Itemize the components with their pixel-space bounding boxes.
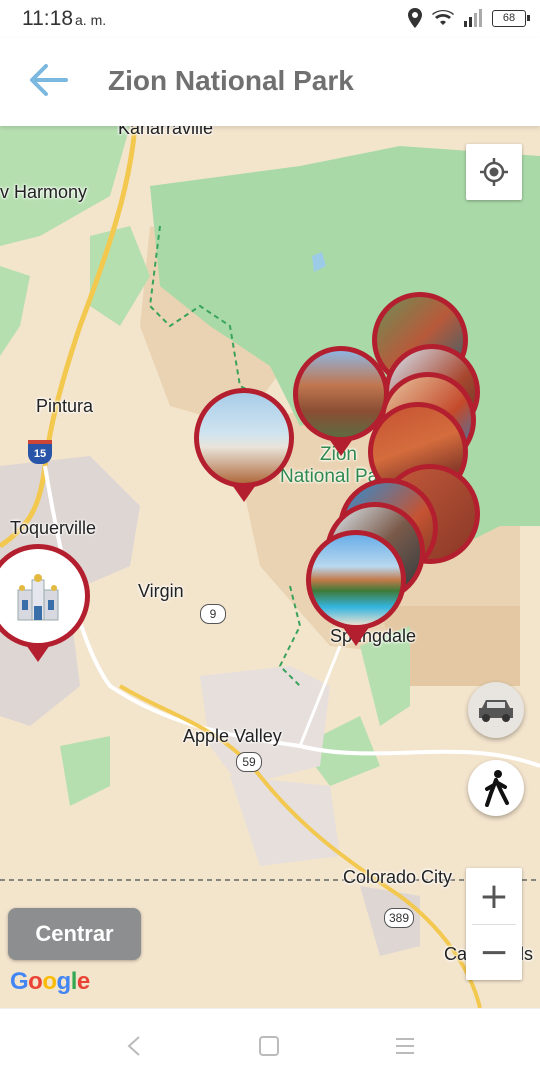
map-label-apple-valley: Apple Valley bbox=[183, 726, 282, 746]
google-logo: Google bbox=[10, 968, 90, 996]
battery-level: 68 bbox=[502, 11, 516, 24]
back-button[interactable] bbox=[28, 60, 78, 104]
map-pin-temple[interactable] bbox=[0, 544, 90, 664]
google-letter: g bbox=[56, 968, 72, 995]
drive-mode-button[interactable] bbox=[468, 682, 524, 738]
map-label-pintura: Pintura bbox=[36, 396, 94, 416]
status-bar: 11:18 a. m. 68 bbox=[0, 0, 540, 38]
pin-photo bbox=[306, 530, 406, 630]
map-label-toquerville: Toquerville bbox=[10, 518, 97, 538]
map-pin-teepee[interactable] bbox=[194, 388, 294, 506]
route-shield-59: 59 bbox=[236, 752, 262, 772]
walking-person-icon bbox=[485, 770, 509, 807]
map-pin-pool-resort[interactable] bbox=[306, 530, 406, 652]
map-label-virgin: Virgin bbox=[138, 581, 184, 601]
app-bar: Zion National Park bbox=[0, 38, 540, 126]
google-letter: o bbox=[28, 968, 43, 995]
nav-home-button[interactable] bbox=[258, 1035, 280, 1062]
route-shield-389: 389 bbox=[384, 908, 414, 928]
pin-photo bbox=[194, 388, 294, 488]
zoom-out-button[interactable]: − bbox=[466, 925, 522, 980]
nav-home-icon bbox=[259, 1036, 279, 1056]
system-nav-bar bbox=[0, 1008, 540, 1080]
walk-mode-button[interactable] bbox=[468, 760, 524, 816]
map-label-new-harmony: v Harmony bbox=[0, 182, 88, 202]
wifi-icon bbox=[432, 9, 454, 25]
car-icon bbox=[479, 700, 513, 722]
status-time: 11:18 a. m. bbox=[22, 7, 106, 31]
map-label-kanarraville: Kanarraville bbox=[118, 126, 214, 138]
pin-photo bbox=[0, 544, 90, 648]
temple-icon bbox=[17, 574, 59, 621]
route-shield-9: 9 bbox=[200, 604, 226, 624]
nav-menu-icon bbox=[396, 1038, 414, 1054]
my-location-icon bbox=[480, 158, 508, 186]
zoom-controls: + − bbox=[466, 868, 522, 980]
signal-icon bbox=[464, 9, 482, 27]
time-text: 11:18 bbox=[22, 7, 73, 30]
status-icons: 68 bbox=[408, 8, 530, 28]
map-view[interactable]: Kanarraville v Harmony Pintura Toquervil… bbox=[0, 126, 540, 1008]
nav-menu-button[interactable] bbox=[394, 1035, 416, 1062]
meridiem-text: a. m. bbox=[75, 12, 107, 28]
page-title: Zion National Park bbox=[108, 65, 354, 96]
nav-back-icon bbox=[127, 1036, 140, 1056]
location-status-icon bbox=[408, 8, 422, 28]
google-letter: o bbox=[42, 968, 57, 995]
battery-icon: 68 bbox=[492, 9, 530, 27]
google-letter: e bbox=[76, 968, 90, 995]
map-label-colorado-city: Colorado City bbox=[343, 867, 453, 887]
zoom-in-button[interactable]: + bbox=[466, 868, 522, 924]
my-location-button[interactable] bbox=[466, 144, 522, 200]
nav-back-button[interactable] bbox=[124, 1035, 144, 1062]
google-letter: G bbox=[10, 968, 29, 995]
arrow-left-icon bbox=[30, 64, 68, 96]
center-button[interactable]: Centrar bbox=[8, 908, 141, 960]
interstate-shield: 15 bbox=[28, 440, 52, 464]
